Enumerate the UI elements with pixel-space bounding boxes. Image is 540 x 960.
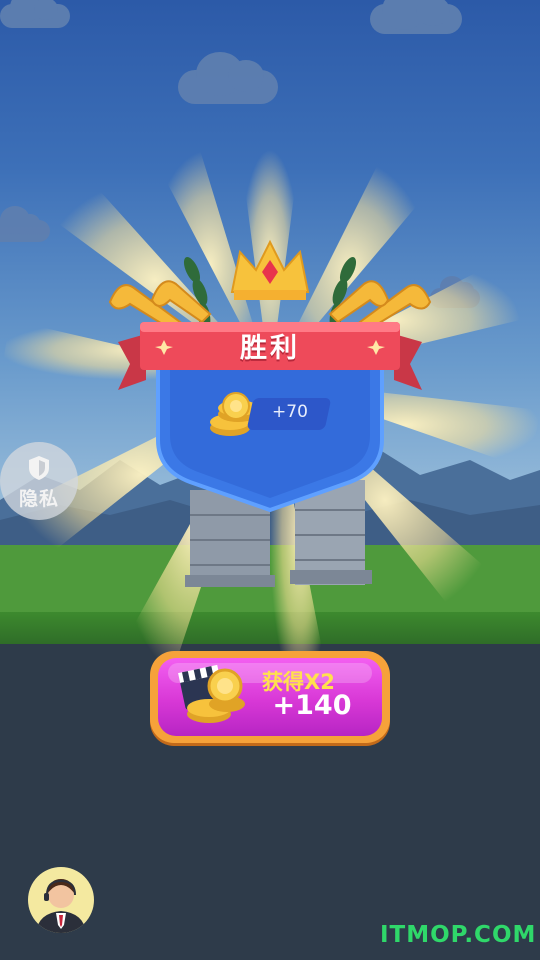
double-reward-amount: +140	[272, 690, 352, 721]
victory-title: 胜利	[240, 333, 300, 364]
video-clapper-icon	[178, 664, 245, 723]
crown-icon	[230, 239, 310, 300]
customer-service-agent-icon	[36, 879, 86, 933]
victory-badge	[108, 239, 432, 513]
shield-icon	[29, 456, 49, 480]
privacy-button[interactable]: 隐私	[0, 442, 78, 520]
watermark-text: ITMOP.COM	[380, 922, 537, 948]
reward-amount: +70	[272, 402, 308, 422]
game-scene: 胜利 +70 隐私 获得X2 +140 ITMOP.COM	[0, 0, 540, 960]
cloud	[370, 0, 462, 34]
customer-service-button[interactable]	[28, 867, 94, 933]
cloud	[0, 0, 70, 28]
privacy-label: 隐私	[18, 488, 59, 510]
cloud	[178, 52, 278, 104]
